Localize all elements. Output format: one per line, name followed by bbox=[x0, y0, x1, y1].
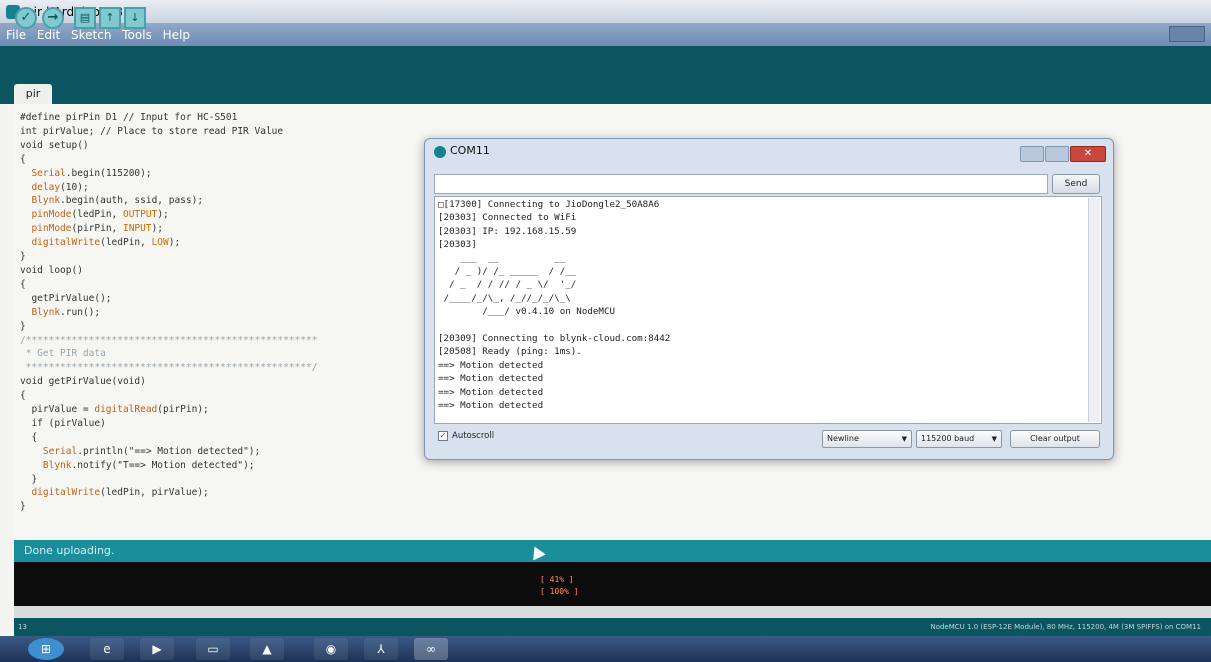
ie-icon[interactable]: e bbox=[90, 638, 124, 660]
status-message: Done uploading. bbox=[24, 544, 115, 557]
board-info: NodeMCU 1.0 (ESP-12E Module), 80 MHz, 11… bbox=[930, 623, 1201, 631]
send-button[interactable]: Send bbox=[1052, 174, 1100, 194]
chevron-down-icon: ▼ bbox=[901, 435, 907, 443]
menu-edit[interactable]: Edit bbox=[37, 28, 60, 42]
checkmark-icon[interactable]: ✓ bbox=[15, 7, 37, 29]
status-bar: Done uploading. bbox=[14, 540, 1211, 562]
baud-value: 115200 baud bbox=[921, 434, 975, 443]
acrobat-icon[interactable]: ⅄ bbox=[364, 638, 398, 660]
vertical-scrollbar[interactable] bbox=[1088, 198, 1100, 422]
line-ending-select[interactable]: Newline ▼ bbox=[822, 430, 912, 448]
tab-strip bbox=[0, 82, 1211, 104]
console-output bbox=[14, 562, 1211, 606]
chevron-down-icon: ▼ bbox=[991, 435, 997, 443]
minimize-icon[interactable] bbox=[1020, 146, 1044, 162]
arrow-right-icon[interactable]: → bbox=[42, 7, 64, 29]
console-line: [ 100% ] bbox=[540, 587, 579, 596]
autoscroll-label: Autoscroll bbox=[452, 431, 495, 441]
menu-tools[interactable]: Tools bbox=[122, 28, 152, 42]
console-line: [ 41% ] bbox=[540, 575, 574, 584]
tab-pir[interactable]: pir bbox=[14, 84, 52, 104]
system-tray[interactable] bbox=[1133, 638, 1203, 660]
maximize-icon[interactable] bbox=[1045, 146, 1069, 162]
serial-window-controls: ✕ bbox=[1020, 146, 1106, 162]
menu-sketch[interactable]: Sketch bbox=[71, 28, 111, 42]
console-text: [ 41% ] [ 100% ] bbox=[540, 574, 579, 598]
code-text[interactable]: #define pirPin D1 // Input for HC-S501 i… bbox=[20, 111, 420, 514]
window-controls[interactable] bbox=[1169, 26, 1205, 42]
folder-icon[interactable]: ▭ bbox=[196, 638, 230, 660]
line-ending-value: Newline bbox=[827, 434, 859, 443]
media-player-icon[interactable]: ▶ bbox=[140, 638, 174, 660]
open-icon[interactable]: ↑ bbox=[99, 7, 121, 29]
serial-output-text: □[17300] Connecting to JioDongle2_50A8A6… bbox=[438, 199, 671, 412]
menu-file[interactable]: File bbox=[6, 28, 26, 42]
taskbar bbox=[0, 636, 1211, 662]
baud-select[interactable]: 115200 baud ▼ bbox=[916, 430, 1002, 448]
menu-bar: File Edit Sketch Tools Help bbox=[0, 24, 1211, 46]
menu-help[interactable]: Help bbox=[163, 28, 190, 42]
chrome-icon[interactable]: ◉ bbox=[314, 638, 348, 660]
start-orb-icon[interactable]: ⊞ bbox=[28, 638, 64, 660]
horizontal-scrollbar[interactable] bbox=[14, 606, 1211, 618]
new-file-icon[interactable]: ▤ bbox=[74, 7, 96, 29]
clear-output-button[interactable]: Clear output bbox=[1010, 430, 1100, 448]
save-icon[interactable]: ↓ bbox=[124, 7, 146, 29]
line-number: 13 bbox=[18, 623, 27, 631]
serial-monitor-title: COM11 bbox=[450, 144, 490, 157]
arduino-icon[interactable]: ∞ bbox=[414, 638, 448, 660]
close-icon[interactable]: ✕ bbox=[1070, 146, 1106, 162]
toolbar bbox=[0, 46, 1211, 82]
footer-bar: 13 NodeMCU 1.0 (ESP-12E Module), 80 MHz,… bbox=[14, 618, 1211, 636]
serial-send-input[interactable] bbox=[434, 174, 1048, 194]
window-titlebar: pir | Arduino 1.8.4 bbox=[0, 0, 1211, 24]
autoscroll-checkbox[interactable]: ✓ bbox=[438, 431, 448, 441]
